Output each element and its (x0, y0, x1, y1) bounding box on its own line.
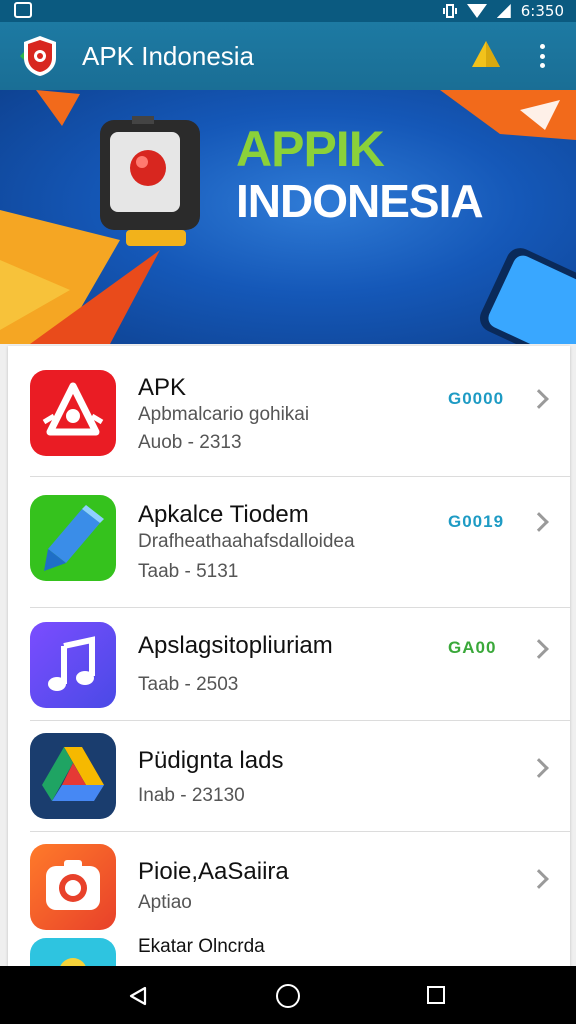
status-time: 6:350 (520, 2, 564, 20)
home-icon[interactable] (276, 984, 300, 1008)
app-badge: G0000 (448, 389, 505, 408)
app-list: APK Apbmalcario gohikai Auob - 2313 G000… (8, 346, 570, 966)
wifi-icon (466, 4, 487, 18)
banner-title-line2: INDONESIA (236, 175, 484, 227)
recent-apps-icon[interactable] (427, 986, 445, 1004)
status-bar: 6:350 (0, 0, 576, 22)
chevron-right-icon (529, 512, 549, 532)
app-meta: Taab - 5131 (138, 561, 239, 582)
list-item[interactable]: Apkalce Tiodem Drafheathaahafsdalloidea … (8, 477, 570, 607)
chevron-right-icon (529, 389, 549, 409)
app-meta: Taab - 2503 (138, 674, 239, 695)
app-subtitle: Drafheathaahafsdalloidea (138, 531, 355, 552)
list-item[interactable]: Püdignta lads Inab - 23130 (8, 721, 570, 831)
alert-bell-icon (30, 370, 116, 456)
chevron-right-icon (529, 639, 549, 659)
notification-icon (14, 2, 32, 18)
list-item[interactable]: Apslagsitopliuriam Taab - 2503 GA00 (8, 608, 570, 720)
back-icon[interactable] (128, 986, 148, 1006)
app-title: APK Indonesia (82, 41, 255, 71)
app-name: APK (138, 374, 187, 401)
music-note-icon (30, 622, 116, 708)
brush-icon (30, 495, 116, 581)
app-icon (30, 938, 116, 966)
warning-icon[interactable] (470, 38, 502, 70)
app-name: Ekatar Olncrda (138, 936, 265, 957)
list-item[interactable]: APK Apbmalcario gohikai Auob - 2313 G000… (8, 346, 570, 476)
list-item[interactable]: Pioie,AaSaiira Aptiao (8, 832, 570, 932)
chevron-right-icon (529, 869, 549, 889)
drive-icon (30, 733, 116, 819)
app-name: Pioie,AaSaiira (138, 858, 289, 885)
banner-title-line1: APPIK (236, 121, 385, 177)
app-subtitle: Apbmalcario gohikai (138, 404, 310, 425)
app-meta: Aptiao (138, 892, 192, 913)
app-name: Püdignta lads (138, 747, 284, 774)
app-name: Apkalce Tiodem (138, 501, 309, 528)
app-meta: Auob - 2313 (138, 432, 242, 453)
camera-icon (30, 844, 116, 930)
navigation-bar (0, 966, 576, 1024)
vibrate-icon (442, 4, 457, 18)
overflow-menu-icon[interactable] (532, 40, 552, 72)
app-name: Apslagsitopliuriam (138, 632, 333, 659)
app-meta: Inab - 23130 (138, 785, 245, 806)
signal-icon (496, 4, 511, 18)
chevron-right-icon (529, 758, 549, 778)
list-item[interactable]: Ekatar Olncrda (8, 932, 570, 966)
hero-banner: APPIK INDONESIA (0, 90, 576, 344)
app-logo-icon (20, 36, 56, 76)
app-bar: APK Indonesia (0, 22, 576, 90)
app-badge: GA00 (448, 638, 497, 657)
app-badge: G0019 (448, 512, 505, 531)
